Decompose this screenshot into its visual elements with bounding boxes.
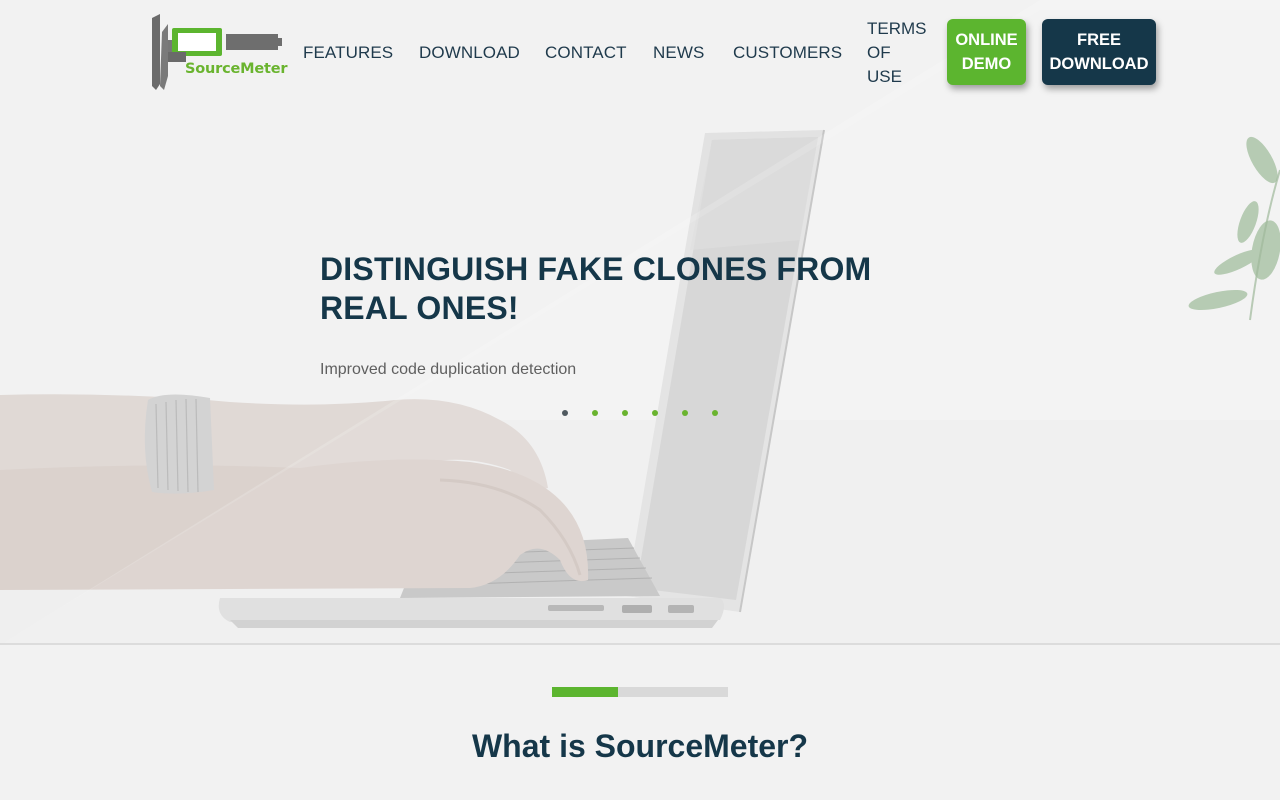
hero-subtitle: Improved code duplication detection xyxy=(320,361,577,378)
site-header: SourceMeter FEATURES DOWNLOAD CONTACT NE… xyxy=(0,0,1280,105)
progress-fill xyxy=(552,687,618,697)
hero-title: DISTINGUISH FAKE CLONES FROM REAL ONES! xyxy=(320,251,872,326)
hero-divider xyxy=(0,643,1280,645)
free-download-button[interactable]: FREE DOWNLOAD xyxy=(1042,19,1156,85)
logo-text: SourceMeter xyxy=(185,61,288,77)
terms-line: USE xyxy=(867,67,902,86)
nav-item-terms-of-use[interactable]: TERMS OF USE xyxy=(867,17,937,89)
caliper-icon xyxy=(152,14,282,90)
nav-item-customers[interactable]: CUSTOMERS xyxy=(733,43,842,63)
carousel-dot[interactable] xyxy=(712,410,718,416)
nav-item-download[interactable]: DOWNLOAD xyxy=(419,43,520,63)
online-demo-button[interactable]: ONLINE DEMO xyxy=(947,19,1026,85)
button-label: ONLINE xyxy=(955,31,1018,49)
carousel-dot[interactable] xyxy=(562,410,568,416)
terms-line: OF xyxy=(867,43,891,62)
carousel-dot[interactable] xyxy=(622,410,628,416)
nav-item-news[interactable]: NEWS xyxy=(653,43,704,63)
page: SourceMeter FEATURES DOWNLOAD CONTACT NE… xyxy=(0,0,1280,800)
section-progress-bar xyxy=(552,687,728,697)
carousel-dot[interactable] xyxy=(682,410,688,416)
nav-item-features[interactable]: FEATURES xyxy=(303,43,393,63)
button-label: DOWNLOAD xyxy=(1049,55,1149,73)
sourcemeter-logo[interactable]: SourceMeter xyxy=(146,12,288,92)
terms-line: TERMS xyxy=(867,19,927,38)
section-title: What is SourceMeter? xyxy=(471,728,809,764)
carousel-dot[interactable] xyxy=(592,410,598,416)
button-label: DEMO xyxy=(961,55,1012,73)
button-label: FREE xyxy=(1076,31,1121,49)
nav-item-contact[interactable]: CONTACT xyxy=(545,43,627,63)
carousel-dot[interactable] xyxy=(652,410,658,416)
